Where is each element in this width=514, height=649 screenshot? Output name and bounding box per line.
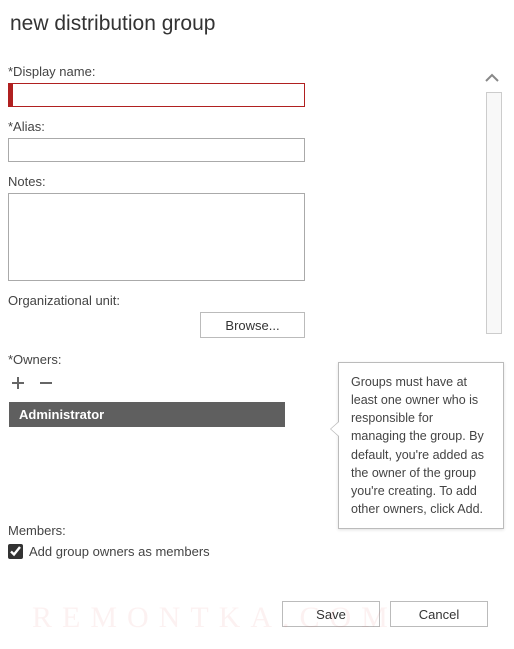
scrollbar-track[interactable] xyxy=(486,92,502,334)
add-owners-as-members-checkbox[interactable] xyxy=(8,544,23,559)
minus-icon xyxy=(38,375,54,391)
owners-listbox[interactable]: Administrator xyxy=(8,401,286,509)
remove-owner-button[interactable] xyxy=(36,373,56,393)
ou-label: Organizational unit: xyxy=(8,293,506,308)
notes-input[interactable] xyxy=(8,193,305,281)
alias-label: *Alias: xyxy=(8,119,506,134)
chevron-up-icon xyxy=(484,72,500,84)
add-owner-button[interactable] xyxy=(8,373,28,393)
display-name-input[interactable] xyxy=(8,83,305,107)
add-owners-as-members-label: Add group owners as members xyxy=(29,544,210,559)
scroll-up-button[interactable] xyxy=(484,72,500,87)
page-title: new distribution group xyxy=(8,12,506,36)
plus-icon xyxy=(10,375,26,391)
button-bar: Save Cancel xyxy=(282,601,488,627)
tooltip-text: Groups must have at least one owner who … xyxy=(351,375,484,516)
owners-tooltip: Groups must have at least one owner who … xyxy=(338,362,504,529)
display-name-label: *Display name: xyxy=(8,64,506,79)
notes-label: Notes: xyxy=(8,174,506,189)
tooltip-pointer-icon xyxy=(330,421,339,437)
list-item[interactable]: Administrator xyxy=(9,402,285,427)
cancel-button[interactable]: Cancel xyxy=(390,601,488,627)
save-button[interactable]: Save xyxy=(282,601,380,627)
browse-button[interactable]: Browse... xyxy=(200,312,305,338)
ou-input[interactable] xyxy=(8,312,194,338)
alias-input[interactable] xyxy=(8,138,305,162)
